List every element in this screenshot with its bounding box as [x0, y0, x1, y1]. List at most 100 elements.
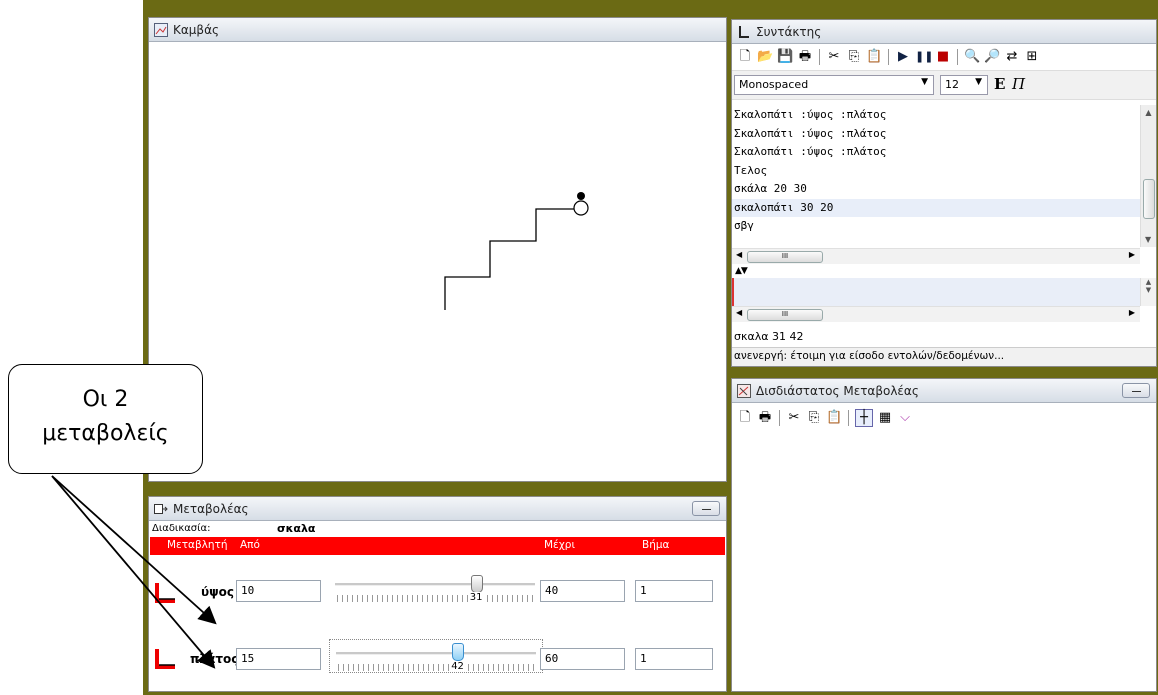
scroll-left-arrow-icon[interactable]: ◀	[736, 308, 742, 317]
print-icon[interactable]: 🖶	[797, 49, 813, 65]
code-vscroll-thumb[interactable]	[1143, 179, 1155, 219]
italic-button[interactable]: Π	[1012, 75, 1025, 93]
to-field[interactable]: 60	[540, 648, 625, 670]
header-variable: Μεταβλητή	[167, 539, 228, 551]
variable-name: πλάτος	[190, 652, 239, 666]
save-icon[interactable]: 💾	[777, 49, 793, 65]
from-field[interactable]: 10	[236, 580, 321, 602]
step-field[interactable]: 1	[635, 648, 713, 670]
insert-icon[interactable]: ⊞	[1024, 49, 1040, 65]
font-size-select[interactable]: 12 ▼	[940, 75, 988, 95]
manipulator-panel: Μεταβολέας Διαδικασία: σκαλα Μεταβλητή Α…	[148, 496, 727, 692]
editor-titlebar: Συντάκτης	[732, 20, 1156, 44]
slider-thumb[interactable]	[452, 643, 465, 661]
step-field[interactable]: 1	[635, 580, 713, 602]
editor-toolbar: 🗋 📂 💾 🖶 ✂ ⎘ 📋 ▶ ❚❚ ■ 🔍 🔎 ⇄ ⊞	[732, 45, 1156, 69]
header-from: Από	[240, 539, 260, 551]
slider-ticks	[338, 664, 534, 671]
scroll-down-arrow-icon[interactable]: ▼	[1145, 235, 1151, 244]
new-file-icon[interactable]: 🗋	[737, 49, 753, 65]
manipulator-titlebar: Μεταβολέας	[149, 497, 726, 521]
run-icon[interactable]: ▶	[895, 49, 911, 65]
code-editor[interactable]: Σκαλοπάτι :ύψος :πλάτος Σκαλοπάτι :ύψος :…	[732, 106, 1140, 246]
cut-icon[interactable]: ✂	[786, 410, 802, 426]
scroll-left-arrow-icon[interactable]: ◀	[736, 250, 742, 259]
scroll-up-arrow-icon[interactable]: ▲	[1141, 108, 1156, 117]
font-family-select[interactable]: Monospaced ▼	[734, 75, 934, 95]
from-field[interactable]: 15	[236, 648, 321, 670]
stop-icon[interactable]: ■	[935, 49, 951, 65]
find-icon[interactable]: 🔍	[964, 49, 980, 65]
print-icon[interactable]: 🖶	[757, 410, 773, 426]
scroll-right-arrow-icon[interactable]: ▶	[1129, 308, 1135, 317]
procedure-name: σκαλα	[277, 522, 316, 535]
minimize-button[interactable]	[1122, 383, 1150, 398]
pause-icon[interactable]: ❚❚	[915, 49, 933, 65]
procedure-label: Διαδικασία:	[152, 523, 211, 534]
bold-button[interactable]: E	[994, 75, 1005, 93]
manipulator-title: Μεταβολέας	[173, 501, 249, 516]
open-folder-icon[interactable]: 📂	[757, 49, 773, 65]
canvas-title: Καμβάς	[173, 22, 220, 37]
variable-row: ύψος 10 31 40 1	[149, 575, 726, 607]
curve-icon[interactable]: ⌵	[897, 410, 913, 426]
code-vertical-scrollbar[interactable]: ▲ ▼	[1140, 105, 1156, 247]
turtle-head	[577, 192, 585, 200]
code-line[interactable]: σκαλοπάτι 30 20	[732, 198, 1140, 217]
code-horizontal-scrollbar[interactable]: ◀ III ▶	[732, 248, 1140, 264]
code-hscroll-thumb[interactable]: III	[747, 251, 823, 263]
cut-icon[interactable]: ✂	[826, 49, 842, 65]
scroll-right-arrow-icon[interactable]: ▶	[1129, 250, 1135, 259]
minimize-button[interactable]	[692, 501, 720, 516]
new-file-icon[interactable]: 🗋	[737, 410, 753, 426]
variable-row: πλάτος 15 42 60 1	[149, 639, 726, 675]
code-line[interactable]: Σκαλοπάτι :ύψος :πλάτος	[732, 125, 1140, 144]
status-line: ανενεργή: έτοιμη για είσοδο εντολών/δεδο…	[732, 347, 1156, 366]
callout-line-1: Οι 2	[82, 387, 129, 412]
code-line[interactable]: σκάλα 20 30	[732, 180, 1140, 199]
slider-value-label: 42	[451, 661, 464, 672]
editor-title: Συντάκτης	[756, 24, 822, 39]
turtle-drawing-area[interactable]	[149, 42, 726, 481]
editor-window-icon	[737, 25, 751, 39]
grid-icon[interactable]: ▦	[877, 410, 893, 426]
callout-line-2: μεταβολείς	[42, 421, 169, 446]
font-size-value: 12	[945, 78, 959, 91]
code-line[interactable]: Τελος	[732, 162, 1140, 181]
slider-thumb[interactable]	[470, 575, 483, 593]
variable-icon	[155, 649, 175, 669]
command-vertical-scrollbar[interactable]: ▲ ▼	[1140, 278, 1156, 306]
manipulator-2d-panel: Δισδιάστατος Μεταβολέας 🗋 🖶 ✂ ⎘ 📋 ┼ ▦ ⌵	[731, 378, 1157, 692]
chevron-down-icon: ▼	[921, 77, 928, 87]
copy-icon[interactable]: ⎘	[806, 410, 822, 426]
toolbar-separator	[779, 410, 780, 426]
command-input[interactable]	[732, 278, 1140, 306]
code-line[interactable]: Σκαλοπάτι :ύψος :πλάτος	[732, 106, 1140, 125]
command-hscroll-thumb[interactable]: III	[747, 309, 823, 321]
paste-icon[interactable]: 📋	[866, 49, 882, 65]
to-field[interactable]: 40	[540, 580, 625, 602]
paste-icon[interactable]: 📋	[826, 410, 842, 426]
variable-name: ύψος	[201, 585, 234, 599]
copy-icon[interactable]: ⎘	[846, 49, 862, 65]
code-line[interactable]: σβγ	[732, 217, 1140, 236]
manipulator-2d-window-icon	[737, 383, 751, 398]
canvas-titlebar: Καμβάς	[149, 18, 726, 42]
font-family-value: Monospaced	[739, 78, 809, 91]
find-next-icon[interactable]: 🔎	[984, 49, 1000, 65]
code-line[interactable]: Σκαλοπάτι :ύψος :πλάτος	[732, 143, 1140, 162]
staircase-drawing	[444, 208, 581, 310]
variables-header: Μεταβλητή Από Μέχρι Βήμα	[150, 537, 725, 555]
toolbar-separator	[888, 49, 889, 65]
font-selector-bar: Monospaced ▼ 12 ▼ E Π	[732, 70, 1156, 100]
toolbar-separator	[819, 49, 820, 65]
value-slider[interactable]: 42	[329, 639, 543, 673]
header-to: Μέχρι	[544, 539, 576, 551]
variable-icon	[155, 583, 175, 603]
turtle-icon	[573, 200, 589, 216]
value-slider[interactable]: 31	[333, 575, 537, 605]
command-horizontal-scrollbar[interactable]: ◀ III ▶	[732, 306, 1140, 322]
axes-icon[interactable]: ┼	[855, 409, 873, 427]
splitter-arrows[interactable]: ▲▼	[735, 266, 748, 276]
replace-icon[interactable]: ⇄	[1004, 49, 1020, 65]
